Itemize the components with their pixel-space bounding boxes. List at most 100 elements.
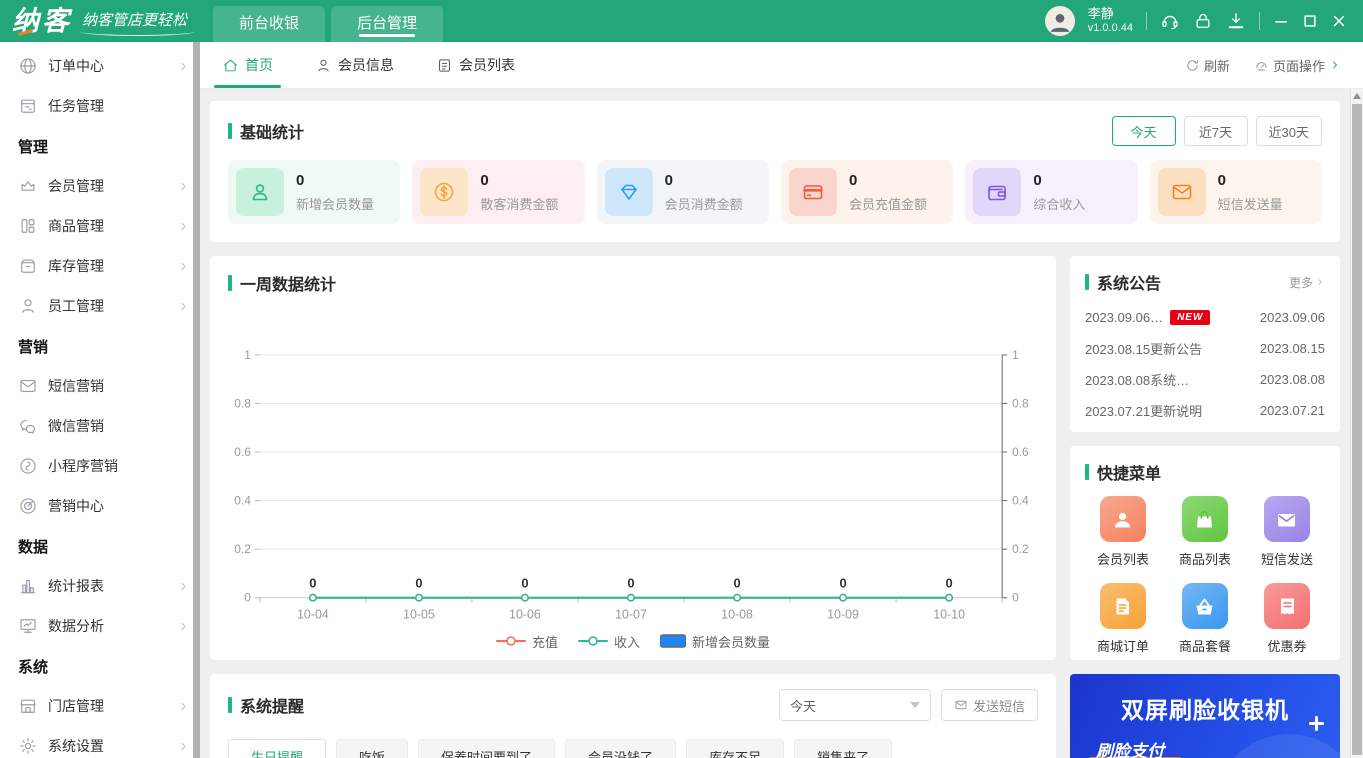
quick-menu-card: 快捷菜单 会员列表 商品列表 短信发送商城订单 商品套餐 优惠券 (1070, 446, 1340, 660)
topbar: 纳客 纳客管店更轻松 前台收银 后台管理 李静 v1.0.0.44 (0, 0, 1363, 42)
quick-menu-item[interactable]: 短信发送 (1261, 496, 1313, 568)
sidebar-scrollbar-thumb[interactable] (193, 42, 200, 758)
svg-text:10-10: 10-10 (933, 608, 965, 622)
tab-home[interactable]: 首页 (214, 42, 281, 88)
mode-tab-backoffice[interactable]: 后台管理 (331, 6, 444, 42)
sidebar-item[interactable]: 短信营销 (0, 366, 200, 406)
sidebar-item[interactable]: 小程序营销 (0, 446, 200, 486)
sidebar-item[interactable]: 会员管理 (0, 166, 200, 206)
announcement-row[interactable]: 2023.08.08系统… 2023.08.08 (1085, 364, 1325, 395)
svg-text:0.6: 0.6 (1012, 445, 1029, 459)
window-scrollbar[interactable] (1350, 89, 1363, 758)
wallet-icon (973, 168, 1022, 216)
svg-text:0.4: 0.4 (234, 494, 251, 508)
svg-text:0.8: 0.8 (1012, 396, 1029, 410)
announcements-list: 2023.09.06… NEW 2023.09.06 2023.08.15更新公告 20… (1070, 302, 1340, 426)
sidebar-item[interactable]: 订单中心 (0, 46, 200, 86)
weekly-chart-svg: 0 0 0.2 0.2 0.4 0.4 0.6 0.6 0.8 0.8 1 1 10-04 10-05 10… (234, 348, 1029, 622)
sidebar-section-label: 管理 (18, 138, 49, 156)
announcements-more-link[interactable]: 更多 (1289, 274, 1325, 291)
svg-text:10-08: 10-08 (721, 608, 753, 622)
divider (1146, 12, 1147, 30)
promo-banner[interactable]: 双屏刷脸收银机 刷脸支付 (1070, 674, 1340, 758)
send-sms-button[interactable]: 发送短信 (940, 689, 1038, 721)
page-operation-button[interactable]: 页面操作 (1254, 56, 1341, 75)
sidebar-item-label: 订单中心 (48, 58, 104, 74)
stat-card: 0 短信发送量 (1149, 160, 1322, 224)
scrollbar-thumb[interactable] (1352, 104, 1362, 755)
basic-stats-card: 基础统计 今天 近7天 近30天 0 新增会员数量 0 散客消费金额 0 会员消费金额 0 会员充… (210, 101, 1340, 242)
gear-icon (18, 736, 38, 756)
sidebar-item[interactable]: 门店管理 (0, 686, 200, 726)
sidebar-item[interactable]: 数据分析 (0, 606, 200, 646)
legend-item[interactable]: 收入 (577, 632, 640, 651)
quick-menu-item[interactable]: 商城订单 (1097, 583, 1149, 655)
sidebar-item[interactable]: 营销中心 (0, 486, 200, 526)
sidebar: 订单中心 任务管理 管理 会员管理 商品管理 库存管理 员工管理 营销 短信营销 微信营销 小程序营… (0, 42, 200, 758)
sidebar-item-label: 会员管理 (48, 178, 104, 194)
refresh-button[interactable]: 刷新 (1185, 56, 1230, 75)
reminders-range-select[interactable]: 今天 (778, 689, 931, 721)
sidebar-item-label: 小程序营销 (48, 458, 118, 474)
chart-icon (18, 576, 38, 596)
tab-member-list[interactable]: 会员列表 (436, 42, 515, 88)
stat-label: 散客消费金额 (480, 196, 559, 212)
download-icon[interactable] (1226, 11, 1246, 31)
svg-text:0: 0 (244, 591, 251, 605)
sidebar-item[interactable]: 统计报表 (0, 566, 200, 606)
reminders-controls: 今天 发送短信 (778, 689, 1038, 721)
range-filter-button[interactable]: 近7天 (1183, 116, 1248, 146)
sidebar-item[interactable]: 任务管理 (0, 86, 200, 126)
range-filter-button[interactable]: 近30天 (1255, 116, 1322, 146)
lock-icon[interactable] (1193, 11, 1213, 31)
miniapp-icon (18, 456, 38, 476)
announcement-row[interactable]: 2023.08.15更新公告 2023.08.15 (1085, 333, 1325, 364)
sidebar-item[interactable]: 微信营销 (0, 406, 200, 446)
announcements-header: 系统公告 更多 (1070, 256, 1340, 302)
reminder-tag[interactable]: 生日提醒 (228, 739, 327, 758)
quick-menu-title: 快捷菜单 (1097, 466, 1162, 483)
sidebar-item-label: 门店管理 (48, 698, 104, 714)
sidebar-item[interactable]: 系统设置 (0, 726, 200, 758)
minimize-icon[interactable] (1273, 13, 1289, 29)
quick-menu-item[interactable]: 商品套餐 (1179, 583, 1231, 655)
page-operation-label: 页面操作 (1272, 58, 1325, 74)
quick-menu-item[interactable]: 会员列表 (1097, 496, 1149, 568)
legend-item[interactable]: 新增会员数量 (660, 632, 770, 651)
support-icon[interactable] (1160, 11, 1180, 31)
stat-value: 0 (480, 171, 489, 189)
avatar[interactable] (1044, 6, 1075, 36)
reminder-tag[interactable]: 库存不足 (686, 739, 785, 758)
quick-menu-item[interactable]: 优惠券 (1264, 583, 1310, 655)
tab-member-info[interactable]: 会员信息 (315, 42, 394, 88)
section-accent-bar (1085, 274, 1089, 290)
announcement-date: 2023.09.06 (1259, 310, 1325, 325)
mode-tab-frontdesk[interactable]: 前台收银 (213, 6, 326, 42)
quick-menu-label: 优惠券 (1267, 639, 1307, 654)
reminder-tag[interactable]: 保养时间要到了 (418, 739, 556, 758)
content: 基础统计 今天 近7天 近30天 0 新增会员数量 0 散客消费金额 0 会员消费金额 0 会员充… (200, 89, 1350, 758)
sidebar-item[interactable]: 员工管理 (0, 286, 200, 326)
legend-item[interactable]: 充值 (495, 632, 558, 651)
maximize-icon[interactable] (1302, 13, 1318, 29)
target-icon (18, 496, 38, 516)
sidebar-item[interactable]: 库存管理 (0, 246, 200, 286)
range-filter-button[interactable]: 今天 (1111, 116, 1176, 146)
announcements-title: 系统公告 (1097, 276, 1162, 293)
quick-menu-item[interactable]: 商品列表 (1179, 496, 1231, 568)
announcement-date: 2023.07.21 (1259, 403, 1325, 418)
announcement-row[interactable]: 2023.07.21更新说明 2023.07.21 (1085, 395, 1325, 426)
reminder-tag[interactable]: 吃饭 (336, 739, 409, 758)
sidebar-scrollbar[interactable] (193, 42, 200, 758)
sidebar-item[interactable]: 商品管理 (0, 206, 200, 246)
svg-text:0: 0 (627, 576, 634, 591)
announcement-row[interactable]: 2023.09.06… NEW 2023.09.06 (1085, 302, 1325, 333)
reminder-tag[interactable]: 销售来了 (794, 739, 893, 758)
close-icon[interactable] (1331, 13, 1347, 29)
reminder-tag[interactable]: 会员没钱了 (565, 739, 677, 758)
chevron-right-icon (177, 300, 190, 313)
scrollbar-up-arrow[interactable] (1353, 93, 1361, 99)
svg-text:0.4: 0.4 (1012, 494, 1029, 508)
store-icon (18, 696, 38, 716)
stat-card: 0 综合收入 (965, 160, 1138, 224)
